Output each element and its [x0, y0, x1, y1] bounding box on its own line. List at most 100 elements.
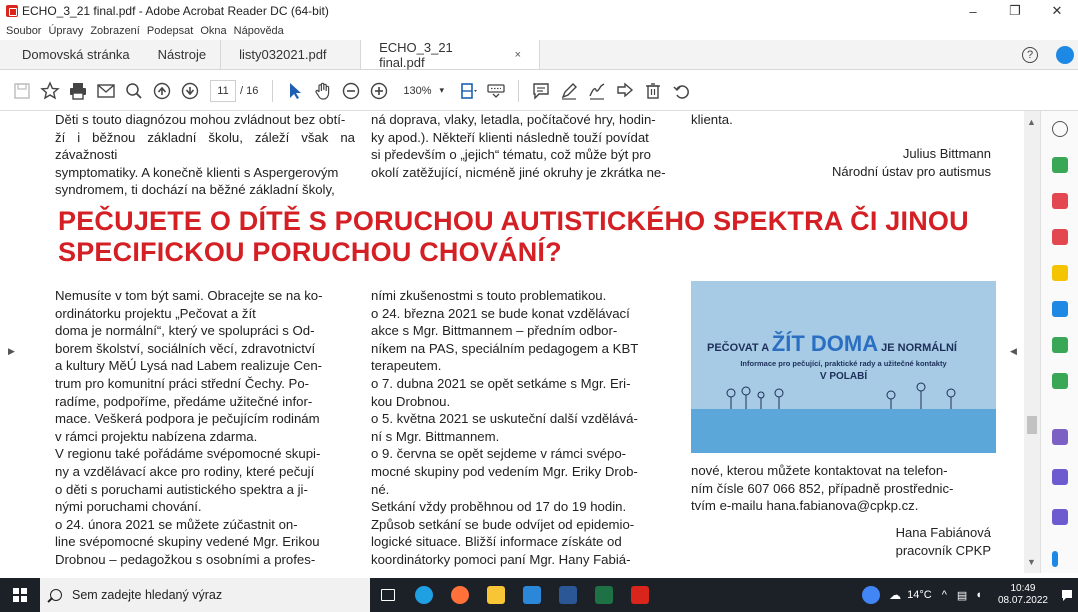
clock[interactable]: 10:49 08.07.2022 [998, 583, 1048, 607]
store-icon[interactable] [514, 578, 550, 612]
file-explorer-icon[interactable] [478, 578, 514, 612]
minimize-button[interactable]: – [952, 0, 994, 22]
bookmark-star-icon[interactable] [36, 77, 64, 105]
banner-subtitle: Informace pro pečující, praktické rady a… [740, 359, 947, 368]
tab-bar: Domovská stránka Nástroje listy032021.pd… [0, 40, 1078, 70]
scroll-down-icon[interactable]: ▼ [1027, 557, 1036, 567]
tab-document-label: listy032021.pdf [239, 47, 327, 62]
vertical-scrollbar[interactable]: ▲ ▼ [1024, 111, 1040, 573]
article-column-3: nové, kterou můžete kontaktovat na telef… [691, 463, 954, 514]
start-button[interactable] [0, 578, 40, 612]
comment-icon[interactable] [527, 77, 555, 105]
page-navigator: 11 / 16 [210, 79, 259, 102]
article-column-3-top: klienta. [691, 112, 733, 127]
account-avatar[interactable] [1056, 46, 1074, 64]
undo-icon[interactable] [667, 77, 695, 105]
task-view-icon[interactable] [370, 578, 406, 612]
toolbar-divider [518, 79, 520, 102]
close-button[interactable]: ✕ [1036, 0, 1078, 22]
acrobat-icon[interactable] [622, 578, 658, 612]
fit-page-icon[interactable] [454, 77, 482, 105]
tab-close-icon[interactable]: × [515, 49, 521, 61]
create-pdf-icon[interactable] [1052, 193, 1068, 209]
zoom-dropdown[interactable]: 130% ▾ [397, 85, 450, 97]
share-icon[interactable] [611, 77, 639, 105]
article-column-2: ními zkušenostmi s touto problematikou. … [371, 288, 639, 567]
edge-icon[interactable] [406, 578, 442, 612]
delete-icon[interactable] [639, 77, 667, 105]
right-panel-toggle-icon[interactable]: ◀ [1010, 346, 1017, 357]
pen-icon[interactable] [555, 77, 583, 105]
volume-icon[interactable]: ◖ [975, 589, 982, 601]
hand-tool-icon[interactable] [309, 77, 337, 105]
search-icon[interactable] [120, 77, 148, 105]
window-title: ECHO_3_21 final.pdf - Adobe Acrobat Read… [22, 4, 329, 18]
tab-tools[interactable]: Nástroje [144, 40, 220, 69]
menu-help[interactable]: Nápověda [234, 25, 284, 37]
author-organization: Národní ústav pro autismus [832, 164, 991, 179]
export-pdf-icon[interactable] [1052, 157, 1068, 173]
menu-window[interactable]: Okna [200, 25, 226, 37]
email-icon[interactable] [92, 77, 120, 105]
banner-title: PEČOVAT A ŽÍT DOMA JE NORMÁLNÍ [707, 331, 987, 357]
menu-view[interactable]: Zobrazení [90, 25, 140, 37]
chrome-icon[interactable] [853, 578, 889, 612]
page-number-input[interactable]: 11 [210, 79, 236, 102]
menu-file[interactable]: Soubor [6, 25, 41, 37]
word-icon[interactable] [550, 578, 586, 612]
tools-pane [1040, 111, 1078, 573]
tab-home[interactable]: Domovská stránka [0, 40, 144, 69]
weather-icon: ☁ [889, 588, 902, 602]
firefox-icon[interactable] [442, 578, 478, 612]
zoom-value: 130% [403, 84, 432, 97]
menu-edit[interactable]: Úpravy [48, 25, 83, 37]
zoom-in-icon[interactable] [365, 77, 393, 105]
previous-page-icon[interactable] [148, 77, 176, 105]
combine-files-icon[interactable] [1052, 301, 1068, 317]
window-controls: – ❐ ✕ [952, 0, 1078, 22]
windows-logo-icon [13, 588, 27, 602]
system-tray: ☁ 14°C ^ ▤ ◖ 10:49 08.07.2022 [853, 578, 1078, 612]
keyboard-icon[interactable] [482, 77, 510, 105]
toolbar-divider [272, 79, 274, 102]
author-name: Hana Fabiánová [895, 525, 991, 540]
notification-icon[interactable] [1056, 578, 1078, 612]
author-name: Julius Bittmann [902, 146, 991, 161]
weather-temperature[interactable]: 14°C [907, 589, 932, 601]
restore-button[interactable]: ❐ [994, 0, 1036, 22]
article-column-2-top: ná doprava, vlaky, letadla, počítačové h… [371, 112, 666, 180]
scan-ocr-icon[interactable] [1052, 373, 1068, 389]
fill-sign-icon[interactable] [1052, 429, 1068, 445]
signature-author-2: Hana Fabiánová pracovník CPKP [691, 524, 991, 560]
left-panel-toggle-icon[interactable]: ▶ [8, 346, 15, 357]
tab-document-echo[interactable]: ECHO_3_21 final.pdf × [360, 40, 541, 70]
scroll-up-icon[interactable]: ▲ [1027, 117, 1036, 127]
tab-document-listy[interactable]: listy032021.pdf [220, 40, 360, 69]
save-icon[interactable] [8, 77, 36, 105]
page-total: / 16 [240, 84, 259, 97]
more-tools-icon[interactable] [1052, 509, 1068, 525]
document-viewport[interactable]: Děti s touto diagnózou mohou zvládnout b… [0, 111, 1040, 573]
select-cursor-icon[interactable] [281, 77, 309, 105]
chevron-down-icon: ▾ [439, 85, 445, 95]
scrollbar-thumb[interactable] [1027, 416, 1037, 434]
zoom-pane-icon[interactable] [1052, 121, 1068, 137]
organize-pages-icon[interactable] [1052, 337, 1068, 353]
menu-sign[interactable]: Podepsat [147, 25, 193, 37]
excel-icon[interactable] [586, 578, 622, 612]
tray-overflow-icon[interactable]: ^ [942, 589, 947, 601]
help-icon[interactable]: ? [1022, 47, 1038, 63]
print-icon[interactable] [64, 77, 92, 105]
taskbar-search-box[interactable]: Sem zadejte hledaný výraz [40, 578, 370, 612]
comment-tool-icon[interactable] [1052, 265, 1068, 281]
zoom-out-icon[interactable] [337, 77, 365, 105]
next-page-icon[interactable] [176, 77, 204, 105]
banner-title-part-3: JE NORMÁLNÍ [878, 342, 957, 354]
edit-pdf-icon[interactable] [1052, 229, 1068, 245]
collapse-pane-icon[interactable] [1052, 551, 1058, 567]
protect-icon[interactable] [1052, 469, 1068, 485]
network-icon[interactable]: ▤ [957, 589, 967, 602]
author-organization: pracovník CPKP [895, 543, 991, 558]
signature-author-1: Julius Bittmann Národní ústav pro autism… [691, 145, 991, 181]
sign-icon[interactable] [583, 77, 611, 105]
